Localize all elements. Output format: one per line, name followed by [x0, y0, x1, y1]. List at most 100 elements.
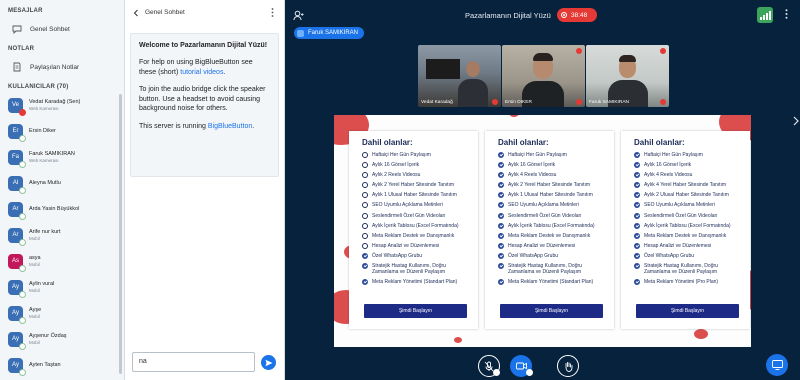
start-now-button[interactable]: Şimdi Başlayın	[364, 304, 467, 318]
user-info: Ayten Taştan	[29, 362, 61, 369]
feature-text: Aylık İçerik Tablosu (Excel Formatında)	[508, 222, 595, 229]
presentation-slide[interactable]: Dahil olanlar: Haftaiçi Her Gün Paylaşım A…	[334, 115, 751, 347]
sidebar-scrollbar[interactable]	[119, 94, 122, 374]
video-tile[interactable]: Faruk SAMIKIRAN	[586, 45, 669, 107]
user-list-item[interactable]: Ay Ayten Taştan	[0, 352, 124, 378]
feature-text: Meta Reklam Destek ve Danışmanlık	[372, 232, 455, 239]
audio-text: To join the audio bridge click the speak…	[139, 86, 266, 113]
chat-header[interactable]: Genel Sohbet	[125, 0, 284, 25]
welcome-title: Welcome to Pazarlamanın Dijital Yüzü!	[139, 42, 268, 49]
video-tile[interactable]: Ersin DIKER	[502, 45, 585, 107]
talking-indicator: Faruk SAMIKIRAN	[294, 27, 365, 39]
feature-text: Aylık 1 Ulusal Haber Sitesinde Tanıtım	[508, 192, 593, 199]
check-circle-icon	[498, 252, 504, 259]
video-person	[466, 61, 480, 77]
feature-text: SEO Uyumlu Açıklama Metinleri	[372, 202, 443, 209]
paint-splatter	[509, 115, 519, 117]
feature-item: Özel WhatsApp Grubu	[498, 252, 604, 259]
feature-item: Stratejik Hastag Kullanımı, Doğru Zamanl…	[634, 263, 740, 275]
raise-hand-button[interactable]	[557, 355, 579, 377]
user-list-item[interactable]: Er Ersin Diker	[0, 118, 124, 144]
feature-text: Stratejik Hastag Kullanımı, Doğru Zamanl…	[508, 263, 582, 276]
running-text: This server is running	[139, 122, 208, 130]
card-title: Dahil olanlar:	[634, 138, 685, 147]
feature-text: Aylık 16 Görsel İçerik	[372, 162, 420, 169]
public-chat-nav-item[interactable]: Genel Sohbet	[0, 18, 124, 40]
check-circle-icon	[498, 222, 504, 229]
user-list-item[interactable]: Ay Ayşe Mobil	[0, 300, 124, 326]
tutorial-link[interactable]: tutorial videos	[180, 69, 223, 76]
feature-text: Hesap Analizi ve Düzenlemesi	[508, 242, 576, 249]
chat-title: Genel Sohbet	[145, 9, 185, 16]
share-screen-button[interactable]	[766, 354, 788, 376]
recording-indicator[interactable]: 38:48	[557, 8, 597, 22]
user-icon[interactable]	[293, 10, 304, 21]
user-list-item[interactable]: Fa Faruk SAMIKIRAN Web Kamerası	[0, 144, 124, 170]
user-list-item[interactable]: Ar Arda Yasin Büyükkol	[0, 196, 124, 222]
shared-notes-nav-item[interactable]: Paylaşılan Notlar	[0, 56, 124, 78]
avatar-initials: Fa	[11, 154, 19, 160]
send-button[interactable]	[261, 355, 276, 370]
feature-item: Aylık 1 Ulusal Haber Sitesinde Tanıtım	[362, 192, 468, 199]
user-info: Arife nur kurt Mobil	[29, 229, 60, 241]
close-video-icon[interactable]	[576, 48, 582, 54]
feature-item: Aylık İçerik Tablosu (Excel Formatında)	[634, 222, 740, 229]
feature-item: Aylık 16 Görsel İçerik	[634, 162, 740, 169]
user-list-item[interactable]: Ay Aylin vural Mobil	[0, 274, 124, 300]
check-circle-icon	[362, 279, 368, 286]
feature-text: Aylık 16 Görsel İçerik	[508, 162, 556, 169]
feature-text: Haftaiçi Her Gün Paylaşım	[372, 152, 431, 158]
check-circle-icon	[634, 152, 640, 158]
user-list-item[interactable]: As asya Mobil	[0, 248, 124, 274]
video-tile[interactable]: Vedat Karadağ	[418, 45, 501, 107]
feature-item: Meta Reklam Destek ve Danışmanlık	[362, 232, 468, 239]
pricing-card: Dahil olanlar: Haftaiçi Her Gün Paylaşım A…	[349, 131, 478, 329]
user-mic-status-icon	[19, 342, 26, 350]
user-list-item[interactable]: Al Aleyna Mutlu	[0, 170, 124, 196]
record-icon	[561, 12, 567, 18]
video-options-badge[interactable]	[526, 369, 533, 376]
feature-text: Meta Reklam Destek ve Danışmanlık	[508, 232, 591, 239]
feature-item: Aylık 2 Reels Videosu	[362, 172, 468, 179]
check-circle-icon	[362, 252, 368, 259]
check-circle-icon	[634, 252, 640, 259]
start-now-button[interactable]: Şimdi Başlayın	[500, 304, 603, 318]
user-list-item[interactable]: Ve Vedat Karadağ (Sen) Web Kamerası	[0, 92, 124, 118]
back-chevron-icon[interactable]	[133, 9, 139, 17]
feature-text: Meta Reklam Yönetimi (Standart Plan)	[508, 279, 594, 286]
user-list-item[interactable]: Ay Ayşenur Özdaş Mobil	[0, 326, 124, 352]
avatar-initials: Ay	[12, 284, 19, 290]
feature-item: Aylık 16 Görsel İçerik	[498, 162, 604, 169]
speaker-icon	[297, 29, 304, 37]
feature-text: Seslendirmeli Özel Gün Videoları	[508, 212, 582, 219]
muted-mic-icon	[492, 99, 498, 105]
options-kebab-icon[interactable]	[785, 9, 788, 19]
check-circle-icon	[498, 232, 504, 239]
bbb-link[interactable]: BigBlueButton	[208, 123, 252, 130]
empty-circle-icon	[362, 172, 368, 179]
user-mic-status-icon	[19, 134, 26, 142]
user-mic-status-icon	[19, 160, 26, 168]
chat-panel: Genel Sohbet Welcome to Pazarlamanın Dij…	[125, 0, 285, 380]
start-now-button[interactable]: Şimdi Başlayın	[636, 304, 739, 318]
check-circle-icon	[498, 202, 504, 209]
send-icon	[265, 359, 272, 366]
user-info: Vedat Karadağ (Sen) Web Kamerası	[29, 99, 80, 111]
close-video-icon[interactable]	[660, 48, 666, 54]
check-circle-icon	[498, 172, 504, 179]
audio-options-badge[interactable]	[493, 369, 500, 376]
video-name: Vedat Karadağ	[421, 100, 453, 105]
kebab-icon[interactable]	[271, 8, 274, 17]
user-mic-status-icon	[19, 108, 26, 116]
chat-message-input[interactable]: na	[132, 352, 255, 372]
muted-mic-icon	[660, 99, 666, 105]
avatar-initials: Ay	[12, 310, 19, 316]
next-arrow-icon[interactable]	[792, 116, 800, 126]
check-circle-icon	[498, 263, 504, 270]
feature-item: Aylık 4 Reels Videosu	[498, 172, 604, 179]
user-list-item[interactable]: Ar Arife nur kurt Mobil	[0, 222, 124, 248]
check-circle-icon	[498, 242, 504, 249]
connection-status-button[interactable]	[757, 7, 773, 23]
feature-text: Aylık 4 Reels Videosu	[644, 172, 693, 179]
check-circle-icon	[634, 232, 640, 239]
